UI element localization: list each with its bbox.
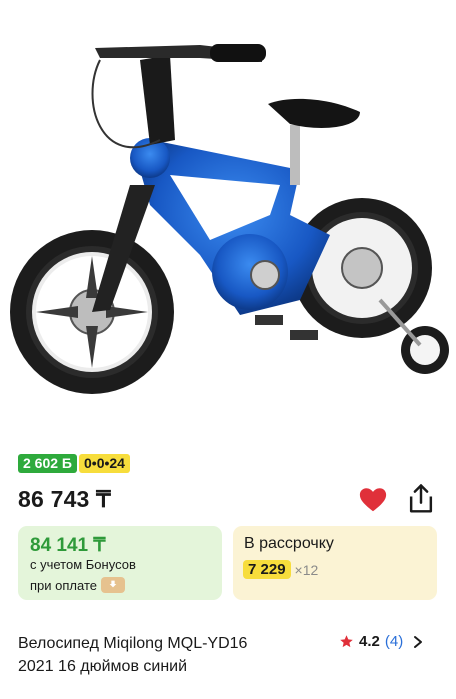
bonus-price: 84 141 ₸ <box>30 535 106 556</box>
product-price: 86 743 ₸ <box>18 486 111 512</box>
product-title: Велосипед Miqilong MQL-YD16 2021 16 дюйм… <box>18 632 318 678</box>
product-image[interactable] <box>0 0 456 445</box>
payment-icon <box>100 577 125 593</box>
share-button[interactable] <box>406 483 436 515</box>
installment-card[interactable]: В рассрочку 7 229 ×12 <box>233 526 437 600</box>
bonus-note-payment: при оплате <box>30 577 125 593</box>
installment-badge: 0•0•24 <box>79 454 130 473</box>
promo-badges: 2 602 Б 0•0•24 <box>18 454 130 473</box>
installment-row: 7 229 ×12 <box>243 560 318 579</box>
installment-label: В рассрочку <box>244 535 334 552</box>
star-icon <box>340 635 353 648</box>
bonus-note: с учетом Бонусов <box>30 557 136 572</box>
installment-amount: 7 229 <box>243 560 291 579</box>
share-icon <box>409 484 433 513</box>
bonus-price-card[interactable]: 84 141 ₸ с учетом Бонусов при оплате <box>18 526 222 600</box>
installment-months: ×12 <box>294 561 319 578</box>
favorite-button[interactable] <box>358 485 388 515</box>
product-title-line1: Велосипед Miqilong MQL-YD16 <box>18 635 248 652</box>
heart-icon <box>359 488 387 512</box>
kids-bicycle-image <box>10 44 449 394</box>
review-count[interactable]: (4) <box>385 633 403 650</box>
chevron-right-icon <box>414 635 423 648</box>
rating-link[interactable]: 4.2 (4) <box>339 633 424 650</box>
bonus-payment-label: при оплате <box>30 577 97 593</box>
product-title-line2: 2021 16 дюймов синий <box>18 658 188 675</box>
bonus-badge: 2 602 Б <box>18 454 77 473</box>
rating-value: 4.2 <box>359 633 380 650</box>
